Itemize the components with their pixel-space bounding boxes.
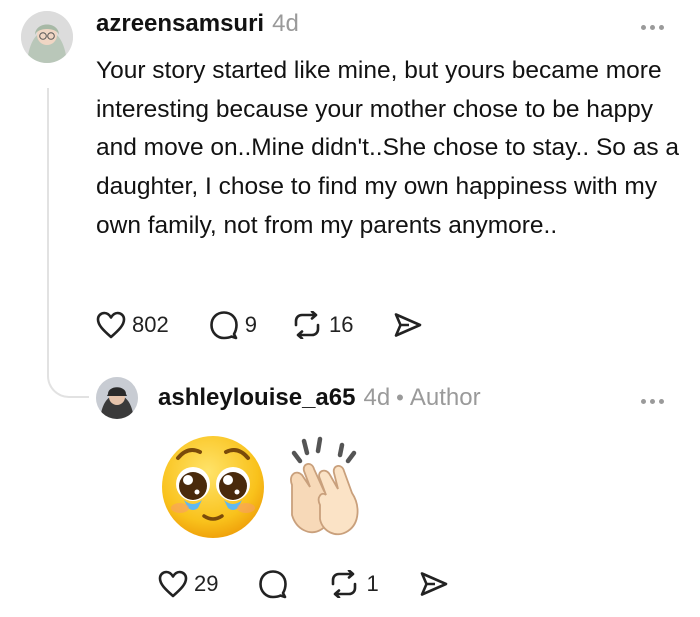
repost-count: 16 — [328, 312, 354, 337]
timestamp: 4d — [363, 384, 391, 411]
like-button[interactable]: 29 — [158, 570, 218, 598]
thread-line — [47, 88, 49, 376]
repost-icon — [291, 311, 323, 339]
comment-actions: 802 9 16 — [96, 310, 423, 340]
separator-dot: • — [396, 385, 404, 410]
more-options-icon[interactable] — [641, 399, 664, 404]
reply-button[interactable]: 9 — [209, 310, 257, 340]
comment-bubble-icon — [258, 569, 288, 599]
heart-icon — [96, 311, 126, 339]
like-count: 802 — [132, 312, 169, 337]
send-icon — [419, 571, 449, 597]
share-button[interactable] — [393, 312, 423, 338]
heart-icon — [158, 570, 188, 598]
comment-header: azreensamsuri 4d — [96, 10, 299, 38]
comment-text: Your story started like mine, but yours … — [96, 57, 680, 239]
like-button[interactable]: 802 — [96, 311, 169, 339]
reply-count: 9 — [244, 312, 257, 337]
avatar[interactable] — [96, 377, 138, 419]
like-count: 29 — [194, 571, 219, 596]
comment-bubble-icon — [209, 310, 239, 340]
repost-icon — [328, 570, 360, 598]
repost-count: 1 — [366, 571, 379, 596]
author-badge: Author — [409, 384, 481, 411]
send-icon — [393, 312, 423, 338]
clapping-hands-emoji — [280, 435, 372, 544]
reply-actions: 29 1 — [158, 569, 449, 599]
username[interactable]: azreensamsuri — [96, 10, 264, 38]
timestamp: 4d — [272, 10, 299, 37]
username[interactable]: ashleylouise_a65 — [158, 384, 355, 412]
repost-button[interactable]: 1 — [328, 570, 379, 598]
reply-button[interactable] — [258, 569, 288, 599]
reply-header: ashleylouise_a65 4d • Author — [158, 384, 481, 412]
pleading-face-emoji — [158, 432, 268, 547]
reply-emojis — [158, 432, 372, 547]
avatar[interactable] — [21, 11, 73, 63]
more-options-icon[interactable] — [641, 25, 664, 30]
thread-connector — [47, 360, 89, 398]
repost-button[interactable]: 16 — [291, 311, 353, 339]
share-button[interactable] — [419, 571, 449, 597]
